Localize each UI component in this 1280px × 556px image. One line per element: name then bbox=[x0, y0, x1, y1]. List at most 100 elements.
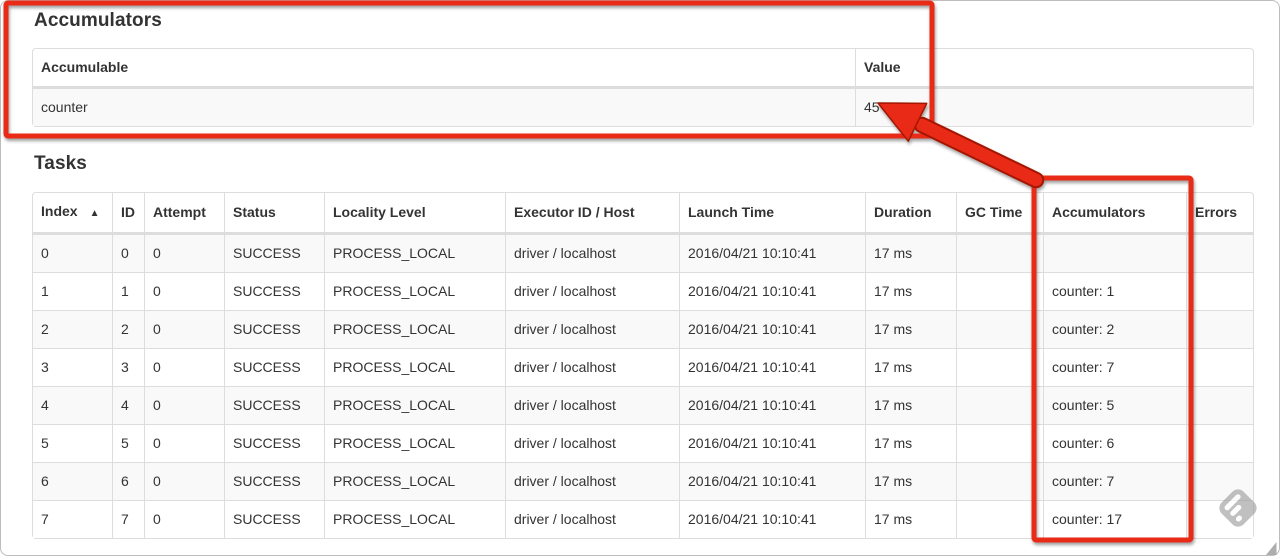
task-cell-executor: driver / localhost bbox=[505, 386, 679, 424]
gc-time-column-header[interactable]: GC Time bbox=[956, 193, 1043, 234]
task-cell-id: 6 bbox=[112, 462, 144, 500]
launch-time-column-header[interactable]: Launch Time bbox=[679, 193, 865, 234]
task-cell-gc bbox=[956, 500, 1043, 538]
id-column-header[interactable]: ID bbox=[112, 193, 144, 234]
task-cell-duration: 17 ms bbox=[865, 310, 956, 348]
task-cell-errors bbox=[1186, 348, 1253, 386]
task-cell-status: SUCCESS bbox=[224, 386, 324, 424]
accumulators-table: Accumulable Value counter 45 bbox=[32, 48, 1254, 127]
task-cell-status: SUCCESS bbox=[224, 272, 324, 310]
task-cell-status: SUCCESS bbox=[224, 348, 324, 386]
task-cell-duration: 17 ms bbox=[865, 424, 956, 462]
task-cell-accumulators: counter: 1 bbox=[1043, 272, 1186, 310]
accumulable-name-cell: counter bbox=[33, 88, 855, 126]
task-cell-executor: driver / localhost bbox=[505, 348, 679, 386]
accumulators-header-row: Accumulable Value bbox=[33, 49, 1253, 88]
task-cell-id: 4 bbox=[112, 386, 144, 424]
task-cell-accumulators: counter: 2 bbox=[1043, 310, 1186, 348]
value-column-header[interactable]: Value bbox=[855, 49, 1253, 88]
task-cell-executor: driver / localhost bbox=[505, 310, 679, 348]
task-cell-duration: 17 ms bbox=[865, 386, 956, 424]
task-cell-gc bbox=[956, 462, 1043, 500]
task-cell-index: 0 bbox=[33, 234, 112, 272]
task-row: 2 2 0 SUCCESS PROCESS_LOCAL driver / loc… bbox=[33, 310, 1253, 348]
task-cell-index: 6 bbox=[33, 462, 112, 500]
task-cell-duration: 17 ms bbox=[865, 500, 956, 538]
tasks-section-heading: Tasks bbox=[34, 153, 87, 174]
task-cell-gc bbox=[956, 424, 1043, 462]
duration-column-header[interactable]: Duration bbox=[865, 193, 956, 234]
task-cell-attempt: 0 bbox=[144, 310, 224, 348]
task-cell-index: 1 bbox=[33, 272, 112, 310]
task-cell-id: 1 bbox=[112, 272, 144, 310]
task-cell-errors bbox=[1186, 310, 1253, 348]
executor-id-host-column-header[interactable]: Executor ID / Host bbox=[505, 193, 679, 234]
accumulators-section-heading: Accumulators bbox=[34, 10, 162, 31]
task-cell-errors bbox=[1186, 462, 1253, 500]
task-cell-index: 7 bbox=[33, 500, 112, 538]
task-cell-index: 3 bbox=[33, 348, 112, 386]
task-row: 0 0 0 SUCCESS PROCESS_LOCAL driver / loc… bbox=[33, 234, 1253, 272]
accumulators-column-header[interactable]: Accumulators bbox=[1043, 193, 1186, 234]
task-cell-index: 4 bbox=[33, 386, 112, 424]
accumulable-value-cell: 45 bbox=[855, 88, 1253, 126]
task-cell-launch: 2016/04/21 10:10:41 bbox=[679, 424, 865, 462]
task-cell-id: 0 bbox=[112, 234, 144, 272]
task-cell-id: 7 bbox=[112, 500, 144, 538]
accumulable-column-header[interactable]: Accumulable bbox=[33, 49, 855, 88]
task-row: 1 1 0 SUCCESS PROCESS_LOCAL driver / loc… bbox=[33, 272, 1253, 310]
task-cell-accumulators: counter: 17 bbox=[1043, 500, 1186, 538]
task-cell-attempt: 0 bbox=[144, 424, 224, 462]
task-row: 3 3 0 SUCCESS PROCESS_LOCAL driver / loc… bbox=[33, 348, 1253, 386]
task-cell-accumulators bbox=[1043, 234, 1186, 272]
task-cell-launch: 2016/04/21 10:10:41 bbox=[679, 234, 865, 272]
task-cell-status: SUCCESS bbox=[224, 462, 324, 500]
task-cell-attempt: 0 bbox=[144, 386, 224, 424]
task-cell-id: 2 bbox=[112, 310, 144, 348]
task-cell-executor: driver / localhost bbox=[505, 272, 679, 310]
tasks-header-row: Index ▲ ID Attempt Status Locality Level … bbox=[33, 193, 1253, 234]
task-cell-errors bbox=[1186, 386, 1253, 424]
task-cell-index: 5 bbox=[33, 424, 112, 462]
attempt-column-header[interactable]: Attempt bbox=[144, 193, 224, 234]
task-cell-errors bbox=[1186, 500, 1253, 538]
task-cell-executor: driver / localhost bbox=[505, 462, 679, 500]
task-row: 4 4 0 SUCCESS PROCESS_LOCAL driver / loc… bbox=[33, 386, 1253, 424]
task-cell-launch: 2016/04/21 10:10:41 bbox=[679, 500, 865, 538]
task-cell-gc bbox=[956, 348, 1043, 386]
task-cell-locality: PROCESS_LOCAL bbox=[324, 234, 505, 272]
task-cell-status: SUCCESS bbox=[224, 424, 324, 462]
errors-column-header[interactable]: Errors bbox=[1186, 193, 1253, 234]
accumulator-row: counter 45 bbox=[33, 88, 1253, 126]
task-cell-launch: 2016/04/21 10:10:41 bbox=[679, 462, 865, 500]
task-cell-gc bbox=[956, 234, 1043, 272]
task-cell-duration: 17 ms bbox=[865, 462, 956, 500]
task-cell-status: SUCCESS bbox=[224, 234, 324, 272]
task-cell-status: SUCCESS bbox=[224, 500, 324, 538]
task-cell-duration: 17 ms bbox=[865, 272, 956, 310]
task-cell-id: 5 bbox=[112, 424, 144, 462]
task-cell-launch: 2016/04/21 10:10:41 bbox=[679, 386, 865, 424]
status-column-header[interactable]: Status bbox=[224, 193, 324, 234]
task-cell-locality: PROCESS_LOCAL bbox=[324, 424, 505, 462]
task-cell-executor: driver / localhost bbox=[505, 500, 679, 538]
task-cell-launch: 2016/04/21 10:10:41 bbox=[679, 310, 865, 348]
spark-ui-stage-page: Accumulators Accumulable Value counter 4… bbox=[0, 0, 1280, 556]
task-row: 6 6 0 SUCCESS PROCESS_LOCAL driver / loc… bbox=[33, 462, 1253, 500]
task-cell-gc bbox=[956, 272, 1043, 310]
task-cell-accumulators: counter: 7 bbox=[1043, 348, 1186, 386]
locality-level-column-header[interactable]: Locality Level bbox=[324, 193, 505, 234]
task-cell-accumulators: counter: 6 bbox=[1043, 424, 1186, 462]
task-cell-status: SUCCESS bbox=[224, 310, 324, 348]
task-cell-accumulators: counter: 7 bbox=[1043, 462, 1186, 500]
task-cell-attempt: 0 bbox=[144, 462, 224, 500]
task-cell-duration: 17 ms bbox=[865, 348, 956, 386]
task-row: 7 7 0 SUCCESS PROCESS_LOCAL driver / loc… bbox=[33, 500, 1253, 538]
index-column-header[interactable]: Index ▲ bbox=[33, 193, 112, 234]
task-cell-executor: driver / localhost bbox=[505, 424, 679, 462]
task-cell-gc bbox=[956, 310, 1043, 348]
tasks-table: Index ▲ ID Attempt Status Locality Level … bbox=[32, 192, 1254, 539]
task-cell-id: 3 bbox=[112, 348, 144, 386]
task-cell-locality: PROCESS_LOCAL bbox=[324, 386, 505, 424]
task-cell-attempt: 0 bbox=[144, 272, 224, 310]
